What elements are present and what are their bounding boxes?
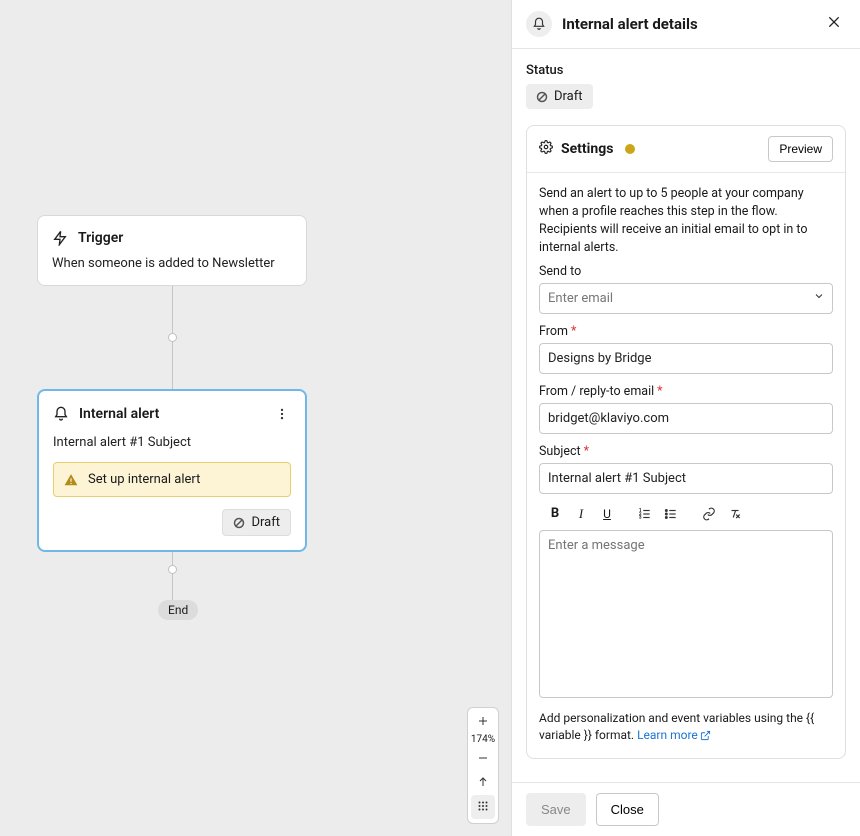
subject-label: Subject* <box>539 444 833 459</box>
preview-button[interactable]: Preview <box>768 136 833 162</box>
settings-title-text: Settings <box>561 141 613 157</box>
trigger-description: When someone is added to Newsletter <box>52 256 292 271</box>
subject-input[interactable] <box>539 463 833 494</box>
external-link-icon <box>700 729 711 746</box>
zoom-controls: 174% <box>467 707 499 824</box>
lightning-icon <box>52 230 68 246</box>
bold-button[interactable]: B <box>547 506 563 522</box>
trigger-card[interactable]: Trigger When someone is added to Newslet… <box>37 215 307 286</box>
flow-canvas[interactable]: Trigger When someone is added to Newslet… <box>0 0 511 836</box>
bullet-list-button[interactable] <box>663 506 679 522</box>
clear-formatting-button[interactable] <box>727 506 743 522</box>
status-label: Status <box>526 63 846 78</box>
more-icon[interactable] <box>273 405 291 423</box>
bell-icon <box>53 406 69 422</box>
draft-status-icon <box>536 91 548 103</box>
panel-footer: Save Close <box>512 782 860 836</box>
panel-header: Internal alert details <box>512 0 860 49</box>
alert-card-subject: Internal alert #1 Subject <box>53 435 291 450</box>
warning-triangle-icon <box>64 473 78 487</box>
close-button[interactable]: Close <box>596 793 659 826</box>
editor-toolbar: B I U 123 <box>539 506 833 522</box>
from-label: From* <box>539 324 833 339</box>
underline-button[interactable]: U <box>599 506 615 522</box>
svg-text:3: 3 <box>639 514 642 519</box>
zoom-out-button[interactable] <box>468 747 498 769</box>
gear-icon <box>539 140 553 158</box>
end-node: End <box>158 600 198 620</box>
from-input[interactable] <box>539 343 833 374</box>
italic-button[interactable]: I <box>573 506 589 522</box>
connector-add-dot[interactable] <box>168 333 177 342</box>
details-panel: Internal alert details Status Draft Sett… <box>511 0 860 836</box>
fit-button[interactable] <box>468 769 498 793</box>
draft-status-icon <box>233 517 245 529</box>
send-to-label: Send to <box>539 264 833 279</box>
personalization-hint: Add personalization and event variables … <box>539 710 833 747</box>
settings-description: Send an alert to up to 5 people at your … <box>539 185 833 258</box>
reply-to-label: From / reply-to email* <box>539 384 833 399</box>
alert-warning-banner: Set up internal alert <box>53 462 291 497</box>
message-textarea[interactable] <box>539 530 833 698</box>
internal-alert-card[interactable]: Internal alert Internal alert #1 Subject… <box>37 389 307 552</box>
reply-to-input[interactable] <box>539 403 833 434</box>
alert-card-title: Internal alert <box>79 406 159 422</box>
panel-title-text: Internal alert details <box>562 15 698 33</box>
bell-icon <box>526 11 552 37</box>
panel-body: Status Draft Settings Preview Send an al… <box>512 49 860 782</box>
status-chip: Draft <box>526 84 593 109</box>
learn-more-link[interactable]: Learn more <box>637 728 711 742</box>
draft-status-chip: Draft <box>222 509 291 536</box>
status-value: Draft <box>554 89 583 104</box>
grid-button[interactable] <box>471 795 495 819</box>
close-icon[interactable] <box>822 10 846 38</box>
alert-warning-text: Set up internal alert <box>88 472 200 487</box>
zoom-percent: 174% <box>468 732 498 747</box>
connector-add-dot[interactable] <box>168 565 177 574</box>
numbered-list-button[interactable]: 123 <box>637 506 653 522</box>
draft-status-text: Draft <box>251 515 280 530</box>
settings-card: Settings Preview Send an alert to up to … <box>526 125 846 759</box>
link-button[interactable] <box>701 506 717 522</box>
trigger-title: Trigger <box>78 230 123 246</box>
zoom-in-button[interactable] <box>468 710 498 732</box>
save-button[interactable]: Save <box>526 793 586 826</box>
warning-dot-icon <box>625 144 635 154</box>
send-to-select[interactable]: Enter email <box>539 283 833 314</box>
